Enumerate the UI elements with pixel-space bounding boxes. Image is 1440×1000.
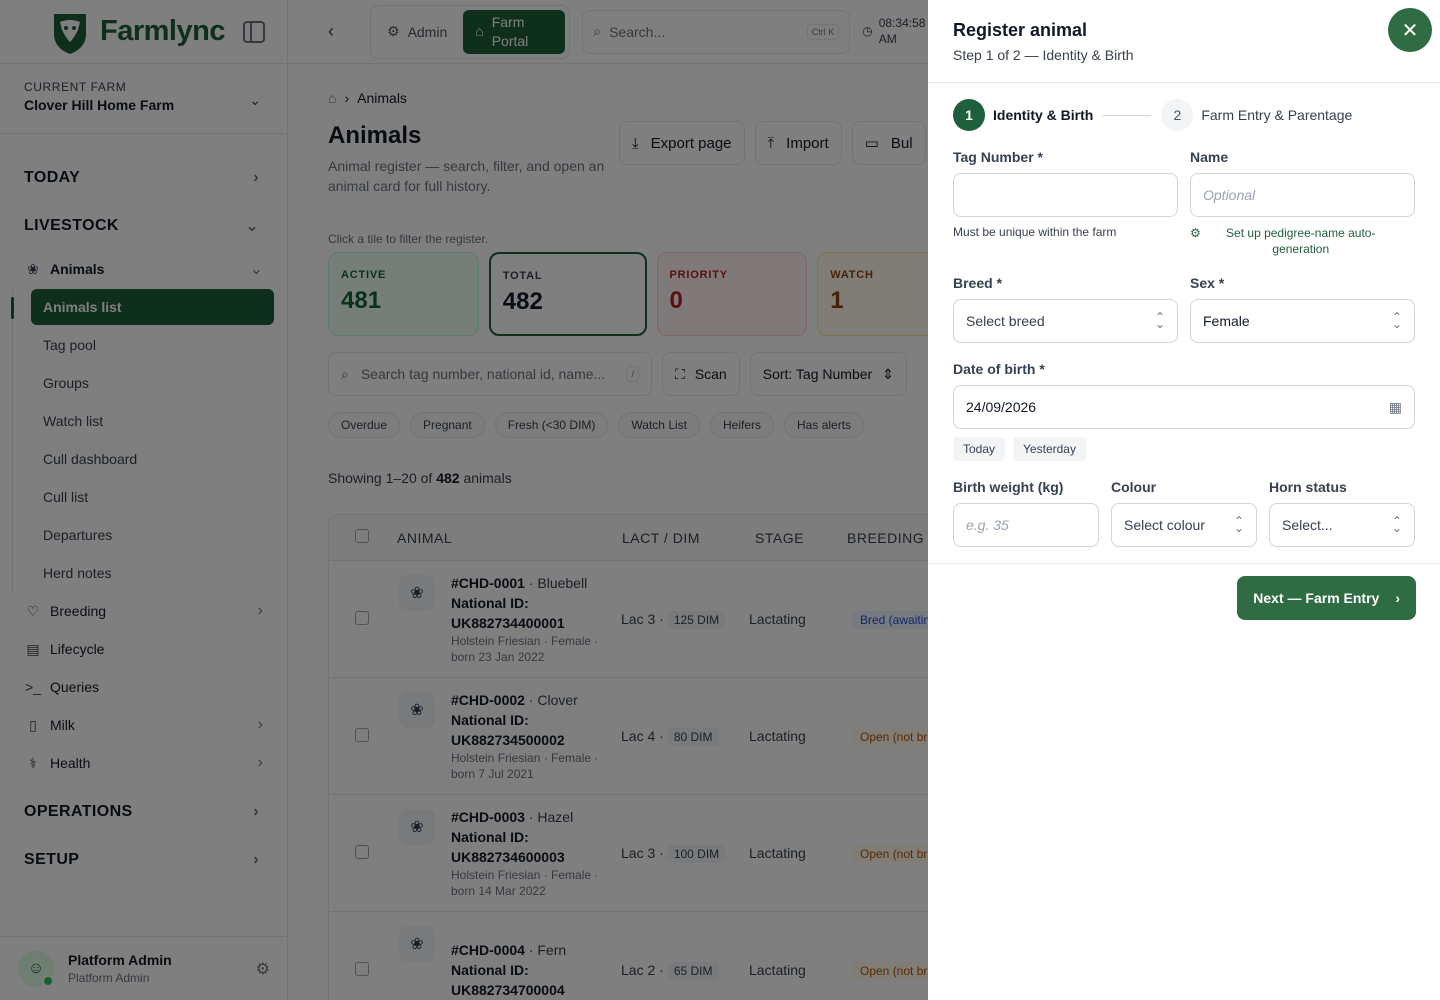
name-label: Name bbox=[1190, 149, 1229, 165]
horn-status-value: Select... bbox=[1282, 517, 1333, 533]
identity-form: Tag Number * Must be unique within the f… bbox=[928, 149, 1440, 547]
pedigree-name-link[interactable]: ⚙ Set up pedigree-name auto-generation bbox=[1190, 225, 1415, 257]
drawer-footer: Next — Farm Entry › bbox=[928, 563, 1440, 632]
colour-label: Colour bbox=[1111, 479, 1157, 495]
sex-value: Female bbox=[1203, 313, 1250, 329]
button-label: Next — Farm Entry bbox=[1253, 590, 1380, 606]
updown-icon: ⌃ ⌄ bbox=[1233, 514, 1244, 535]
colour-value: Select colour bbox=[1124, 517, 1205, 533]
close-icon: ✕ bbox=[1401, 19, 1419, 42]
tag-number-label: Tag Number * bbox=[953, 149, 1043, 165]
step-label-identity[interactable]: Identity & Birth bbox=[993, 107, 1093, 123]
dob-label: Date of birth * bbox=[953, 361, 1045, 377]
dob-input[interactable]: 24/09/2026 ▦ bbox=[953, 385, 1415, 429]
close-button[interactable]: ✕ bbox=[1388, 8, 1432, 52]
stepper: 1 Identity & Birth 2 Farm Entry & Parent… bbox=[928, 83, 1440, 131]
tag-number-input[interactable] bbox=[953, 173, 1178, 217]
horn-status-select[interactable]: Select... ⌃ ⌄ bbox=[1269, 503, 1415, 547]
breed-label: Breed * bbox=[953, 275, 1003, 291]
next-farm-entry-button[interactable]: Next — Farm Entry › bbox=[1237, 576, 1416, 620]
sex-label: Sex * bbox=[1190, 275, 1225, 291]
pedigree-link-text: Set up pedigree-name auto-generation bbox=[1226, 226, 1376, 256]
step-connector bbox=[1103, 114, 1152, 116]
horn-status-label: Horn status bbox=[1269, 479, 1347, 495]
sliders-icon: ⚙ bbox=[1190, 226, 1201, 240]
drawer-header: Register animal Step 1 of 2 — Identity &… bbox=[928, 0, 1440, 83]
dob-quick-picks: Today Yesterday bbox=[953, 437, 1415, 461]
sex-select[interactable]: Female ⌃ ⌄ bbox=[1190, 299, 1415, 343]
register-animal-drawer: Register animal Step 1 of 2 — Identity &… bbox=[928, 0, 1440, 1000]
breed-select[interactable]: Select breed ⌃ ⌄ bbox=[953, 299, 1178, 343]
tag-number-help: Must be unique within the farm bbox=[953, 225, 1117, 239]
birth-weight-label: Birth weight (kg) bbox=[953, 479, 1064, 495]
drawer-title: Register animal bbox=[953, 20, 1088, 40]
colour-select[interactable]: Select colour ⌃ ⌄ bbox=[1111, 503, 1257, 547]
calendar-icon[interactable]: ▦ bbox=[1389, 399, 1402, 416]
step-number: 1 bbox=[953, 99, 985, 131]
yesterday-button[interactable]: Yesterday bbox=[1013, 437, 1086, 461]
step-number: 2 bbox=[1161, 99, 1194, 131]
birth-weight-input[interactable]: e.g. 35 bbox=[953, 503, 1099, 547]
drawer-subtitle: Step 1 of 2 — Identity & Birth bbox=[953, 47, 1134, 63]
step-label-farm-entry[interactable]: Farm Entry & Parentage bbox=[1201, 107, 1352, 123]
breed-value: Select breed bbox=[966, 313, 1045, 329]
updown-icon: ⌃ ⌄ bbox=[1391, 514, 1402, 535]
chevron-right-icon: › bbox=[1395, 590, 1400, 606]
updown-icon: ⌃ ⌄ bbox=[1391, 310, 1402, 331]
today-button[interactable]: Today bbox=[953, 437, 1006, 461]
name-input[interactable]: Optional bbox=[1190, 173, 1415, 217]
updown-icon: ⌃ ⌄ bbox=[1154, 310, 1165, 331]
dob-value: 24/09/2026 bbox=[966, 399, 1037, 415]
